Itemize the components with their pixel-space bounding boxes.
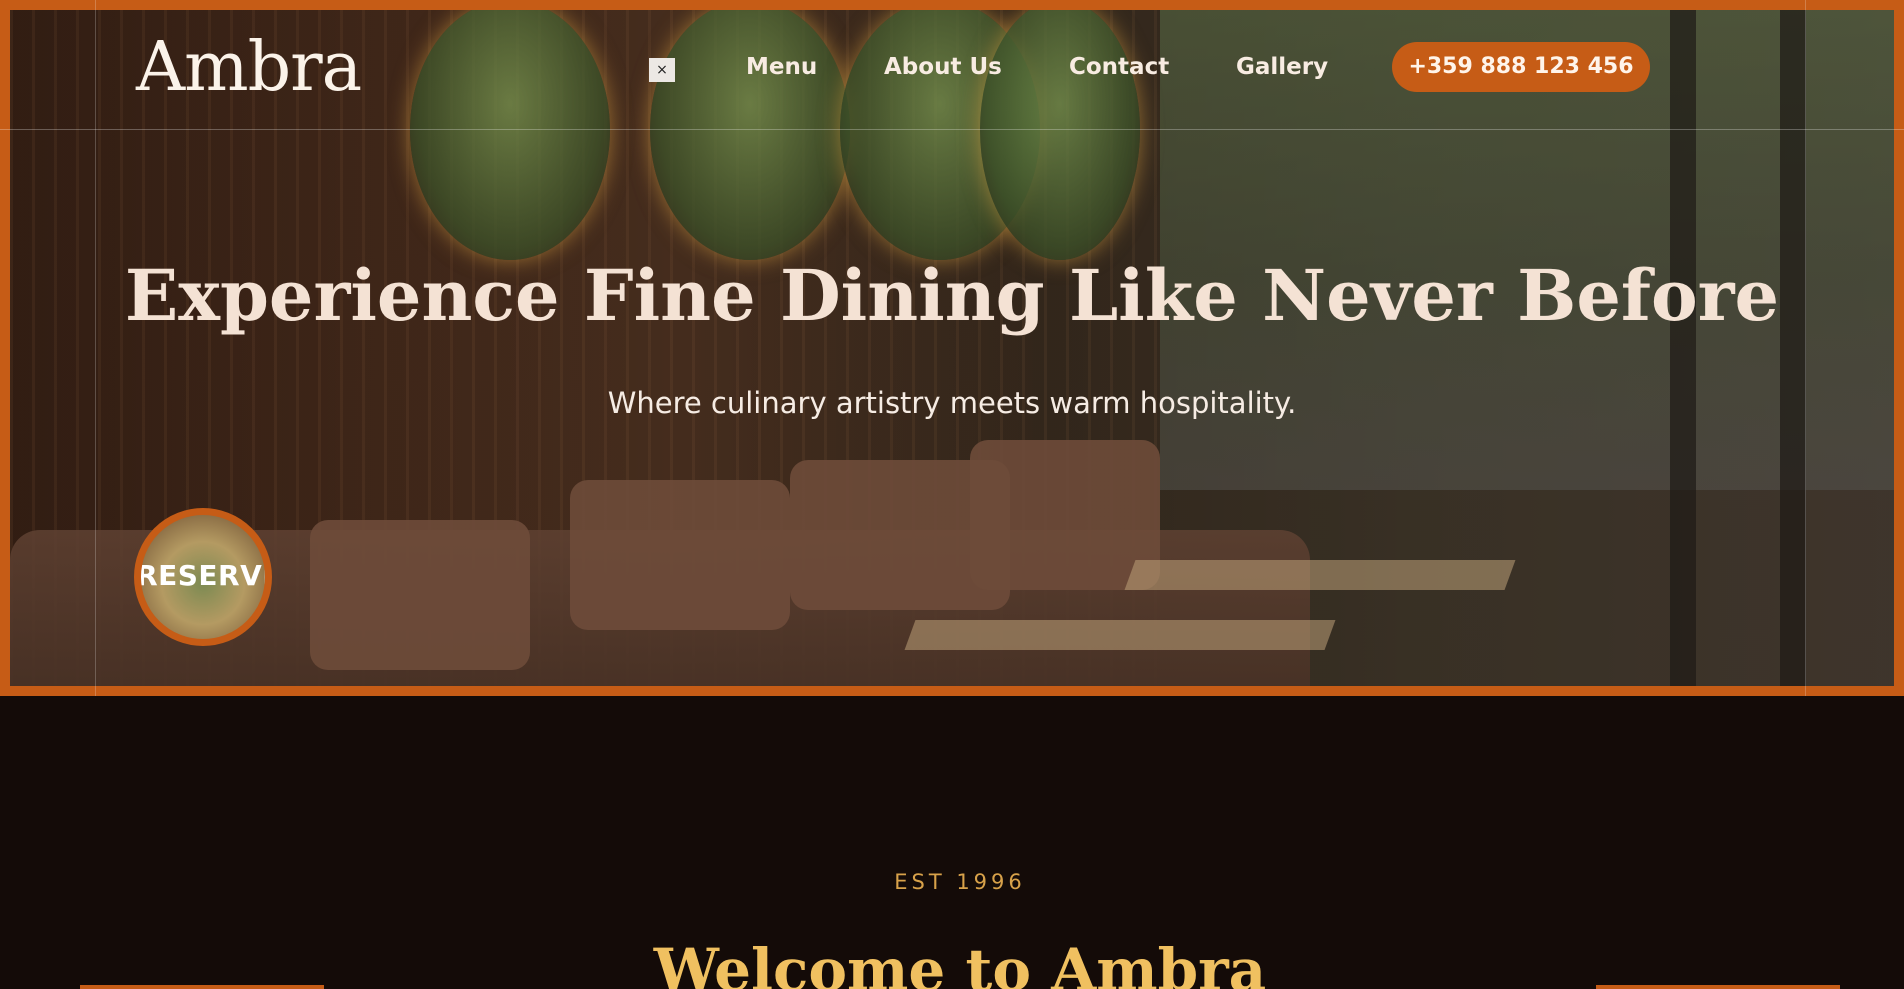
round-mirror <box>650 10 850 260</box>
round-mirror <box>980 10 1140 260</box>
welcome-section: EST 1996 Welcome to Ambra <box>0 696 1904 989</box>
round-mirror <box>410 10 610 260</box>
nav-link-about-us[interactable]: About Us <box>884 54 1002 80</box>
window-post <box>1780 10 1806 686</box>
sofa-cushion <box>570 480 790 630</box>
guide-line <box>0 129 1904 130</box>
window-post <box>1670 10 1696 686</box>
reserve-label: RESERVE <box>136 559 272 592</box>
phone-button[interactable]: +359 888 123 456 <box>1392 42 1650 92</box>
accent-line-right <box>1596 985 1840 989</box>
brand-logo[interactable]: Ambra <box>136 34 362 102</box>
nav-link-contact[interactable]: Contact <box>1069 54 1169 80</box>
sofa-cushion <box>310 520 530 670</box>
nav-link-menu[interactable]: Menu <box>746 54 817 80</box>
page: Ambra × Menu About Us Contact Gallery +3… <box>0 0 1904 989</box>
hero-subtitle: Where culinary artistry meets warm hospi… <box>607 386 1297 420</box>
welcome-title: Welcome to Ambra <box>653 936 1267 989</box>
accent-line-left <box>80 985 324 989</box>
dining-table <box>904 620 1336 650</box>
reserve-button[interactable]: RESERVE <box>134 508 272 646</box>
close-icon[interactable]: × <box>649 58 675 82</box>
est-label: EST 1996 <box>894 870 1026 894</box>
hero-title: Experience Fine Dining Like Never Before <box>124 254 1780 337</box>
dining-table <box>1124 560 1516 590</box>
nav-link-gallery[interactable]: Gallery <box>1236 54 1328 80</box>
